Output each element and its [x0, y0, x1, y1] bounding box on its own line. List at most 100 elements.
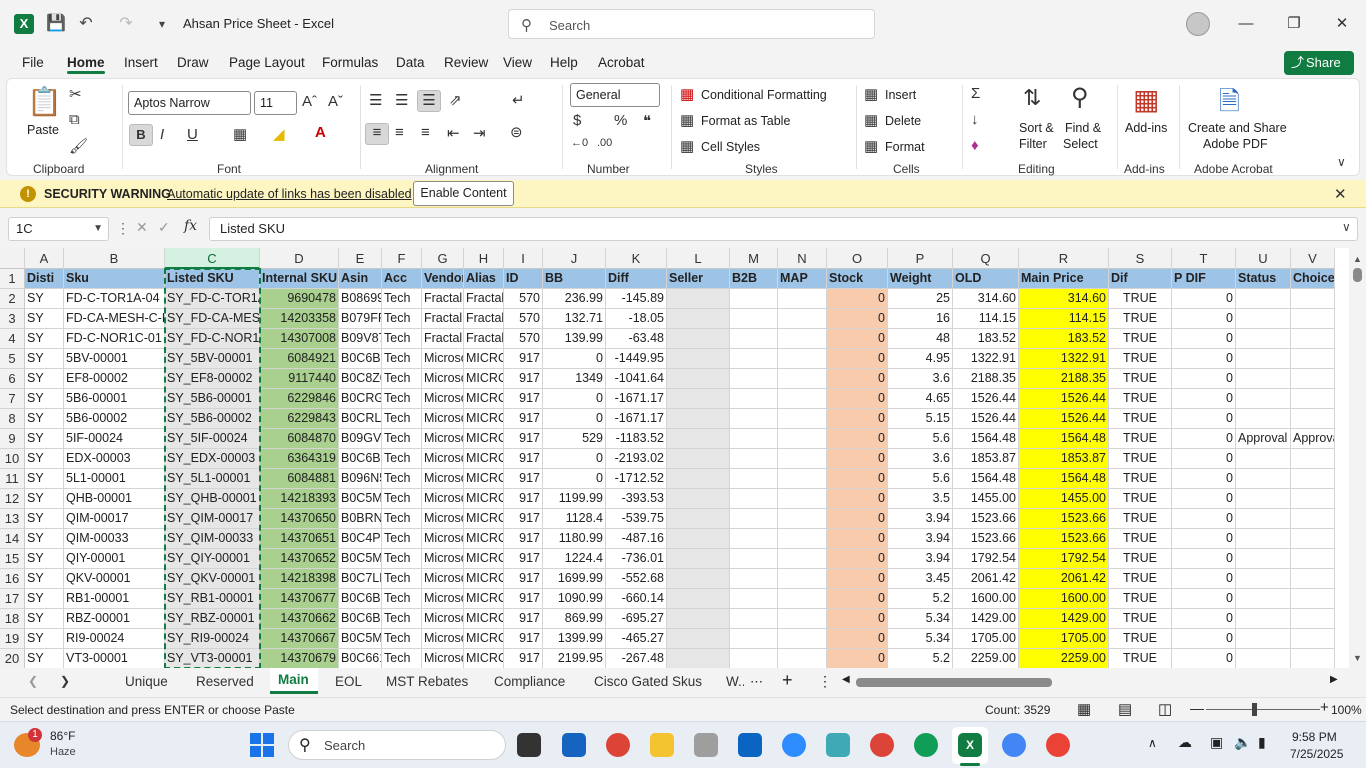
table-cell[interactable]: -660.14: [606, 589, 667, 609]
column-header-h[interactable]: H: [464, 248, 504, 269]
table-cell[interactable]: Microsoft: [422, 629, 464, 649]
network-icon[interactable]: ☁: [1178, 734, 1192, 751]
table-cell[interactable]: 14370651: [260, 529, 339, 549]
table-cell[interactable]: TRUE: [1109, 589, 1172, 609]
table-cell[interactable]: -2193.02: [606, 449, 667, 469]
cut-icon[interactable]: ✂: [69, 85, 82, 103]
table-cell[interactable]: 1699.99: [543, 569, 606, 589]
header-cell[interactable]: Asin: [339, 269, 382, 289]
column-header-l[interactable]: L: [667, 248, 730, 269]
table-cell[interactable]: 5.34: [888, 609, 953, 629]
table-cell[interactable]: B0C8Z0: [339, 369, 382, 389]
table-cell[interactable]: 183.52: [953, 329, 1019, 349]
table-cell[interactable]: MICRO: [464, 649, 504, 668]
table-cell[interactable]: [1291, 529, 1335, 549]
table-cell[interactable]: [1291, 449, 1335, 469]
column-header-m[interactable]: M: [730, 248, 778, 269]
column-header-s[interactable]: S: [1109, 248, 1172, 269]
table-cell[interactable]: 1199.99: [543, 489, 606, 509]
table-cell[interactable]: MICRO: [464, 429, 504, 449]
table-cell[interactable]: B0C6B8: [339, 449, 382, 469]
format-cells-icon[interactable]: ▦: [864, 137, 878, 155]
table-cell[interactable]: Tech: [382, 329, 422, 349]
enter-icon[interactable]: ✓: [158, 219, 170, 236]
column-header-g[interactable]: G: [422, 248, 464, 269]
header-cell[interactable]: MAP: [778, 269, 827, 289]
table-cell[interactable]: SY_RI9-00024: [165, 629, 260, 649]
row-header[interactable]: 5: [0, 349, 25, 369]
table-cell[interactable]: [1236, 469, 1291, 489]
table-cell[interactable]: 0: [827, 549, 888, 569]
table-cell[interactable]: 5.15: [888, 409, 953, 429]
chrome-profile-icon[interactable]: [870, 733, 894, 757]
name-box[interactable]: 1C ▼: [8, 217, 109, 241]
table-cell[interactable]: [1291, 409, 1335, 429]
table-cell[interactable]: 0: [827, 309, 888, 329]
table-cell[interactable]: MICRO: [464, 529, 504, 549]
table-cell[interactable]: Tech: [382, 649, 422, 668]
comma-icon[interactable]: ❝: [643, 112, 651, 130]
header-cell[interactable]: Weight: [888, 269, 953, 289]
table-cell[interactable]: SY_QIY-00001: [165, 549, 260, 569]
table-cell[interactable]: MICRO: [464, 389, 504, 409]
row-header[interactable]: 19: [0, 629, 25, 649]
table-cell[interactable]: 1523.66: [953, 529, 1019, 549]
zoom-out-icon[interactable]: —: [1190, 700, 1204, 716]
table-cell[interactable]: SY: [25, 309, 64, 329]
table-cell[interactable]: 917: [504, 529, 543, 549]
table-cell[interactable]: [1291, 329, 1335, 349]
more-sheets-icon[interactable]: ⋯: [750, 674, 763, 690]
column-header-j[interactable]: J: [543, 248, 606, 269]
table-cell[interactable]: [1291, 389, 1335, 409]
table-cell[interactable]: 5B6-00001: [64, 389, 165, 409]
table-cell[interactable]: SY_FD-C-TOR1A: [165, 289, 260, 309]
table-cell[interactable]: [1236, 369, 1291, 389]
table-cell[interactable]: 14370650: [260, 509, 339, 529]
table-cell[interactable]: Tech: [382, 629, 422, 649]
table-cell[interactable]: 139.99: [543, 329, 606, 349]
zoom-slider-thumb[interactable]: [1252, 703, 1257, 716]
table-cell[interactable]: [778, 309, 827, 329]
column-header-q[interactable]: Q: [953, 248, 1019, 269]
table-cell[interactable]: 0: [543, 349, 606, 369]
start-icon[interactable]: [250, 733, 274, 757]
sort-filter-icon[interactable]: ⇅: [1023, 85, 1041, 111]
table-cell[interactable]: [1236, 649, 1291, 668]
table-cell[interactable]: 917: [504, 429, 543, 449]
table-cell[interactable]: SY_QKV-00001: [165, 569, 260, 589]
table-cell[interactable]: 1349: [543, 369, 606, 389]
align-bottom-icon[interactable]: ☰: [417, 90, 441, 112]
table-cell[interactable]: 4.95: [888, 349, 953, 369]
save-icon[interactable]: 💾: [46, 14, 66, 34]
table-cell[interactable]: 6084881: [260, 469, 339, 489]
normal-view-icon[interactable]: ▦: [1077, 700, 1091, 718]
table-cell[interactable]: [1236, 629, 1291, 649]
table-cell[interactable]: 14218398: [260, 569, 339, 589]
table-cell[interactable]: SY: [25, 329, 64, 349]
paste-button[interactable]: Paste: [27, 123, 59, 137]
table-cell[interactable]: Approval: [1236, 429, 1291, 449]
table-cell[interactable]: SY: [25, 589, 64, 609]
table-cell[interactable]: SY_RB1-00001: [165, 589, 260, 609]
table-cell[interactable]: B0C7LH: [339, 569, 382, 589]
table-cell[interactable]: QKV-00001: [64, 569, 165, 589]
column-header-b[interactable]: B: [64, 248, 165, 269]
table-cell[interactable]: [1291, 349, 1335, 369]
table-cell[interactable]: TRUE: [1109, 509, 1172, 529]
table-cell[interactable]: Microsoft: [422, 609, 464, 629]
tab-formulas[interactable]: Formulas: [322, 55, 378, 70]
table-cell[interactable]: [1291, 629, 1335, 649]
select-all-corner[interactable]: [0, 248, 25, 269]
decrease-indent-icon[interactable]: ⇤: [447, 124, 460, 142]
table-cell[interactable]: B0C5M8: [339, 629, 382, 649]
sheet-tab-cisco-gated-skus[interactable]: Cisco Gated Skus: [594, 674, 702, 689]
font-name-select[interactable]: Aptos Narrow: [128, 91, 251, 115]
table-cell[interactable]: 0: [1172, 469, 1236, 489]
merge-center-icon[interactable]: ⊜: [510, 123, 523, 141]
table-cell[interactable]: SY: [25, 289, 64, 309]
scroll-down-icon[interactable]: ▼: [1353, 653, 1362, 663]
clock-time[interactable]: 9:58 PM: [1292, 730, 1337, 744]
table-cell[interactable]: SY: [25, 509, 64, 529]
table-cell[interactable]: [1291, 569, 1335, 589]
sheet-options-icon[interactable]: ⋮: [818, 673, 832, 690]
